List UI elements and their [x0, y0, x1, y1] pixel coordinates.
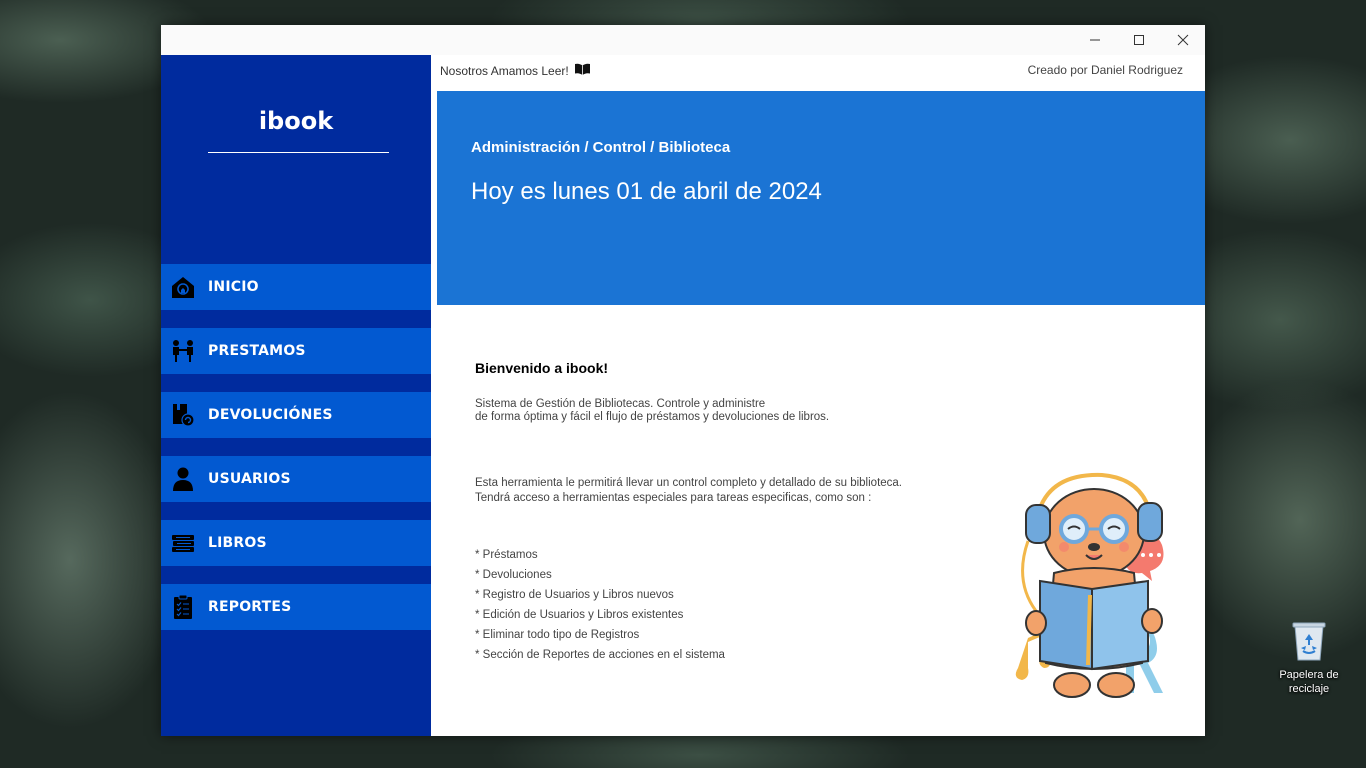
app-logo: ibook: [258, 107, 334, 135]
sidebar-item-label: PRESTAMOS: [208, 343, 306, 359]
report-icon: [170, 594, 196, 620]
logo-divider: [208, 152, 389, 153]
author-credit: Creado por Daniel Rodriguez: [1027, 63, 1183, 77]
maximize-icon: [1134, 35, 1144, 45]
tools-line-1: Esta herramienta le permitirá llevar un …: [475, 477, 902, 489]
sidebar-item-label: REPORTES: [208, 599, 292, 615]
sidebar-item-usuarios[interactable]: USUARIOS: [161, 456, 431, 502]
sidebar-item-inicio[interactable]: INICIO: [161, 264, 431, 310]
list-item: * Edición de Usuarios y Libros existente…: [475, 609, 684, 621]
tagline: Nosotros Amamos Leer!: [440, 63, 591, 78]
sidebar: ibook INICIO PRESTAMOS DEVOLUCIÓNES USUA: [161, 55, 431, 736]
app-window: ibook INICIO PRESTAMOS DEVOLUCIÓNES USUA: [161, 25, 1205, 736]
header-banner: Administración / Control / Biblioteca Ho…: [437, 91, 1205, 305]
home-icon: [170, 274, 196, 300]
list-item: * Eliminar todo tipo de Registros: [475, 629, 640, 641]
list-item: * Devoluciones: [475, 569, 552, 581]
close-button[interactable]: [1161, 25, 1205, 55]
sidebar-item-label: USUARIOS: [208, 471, 291, 487]
close-icon: [1177, 34, 1189, 46]
recycle-bin-icon: [1289, 618, 1329, 662]
tagline-text: Nosotros Amamos Leer!: [440, 63, 569, 78]
sidebar-item-label: INICIO: [208, 279, 259, 295]
intro-line-1: Sistema de Gestión de Bibliotecas. Contr…: [475, 398, 766, 410]
welcome-title: Bienvenido a ibook!: [475, 360, 609, 376]
sidebar-item-prestamos[interactable]: PRESTAMOS: [161, 328, 431, 374]
recycle-bin-label: Papelera de reciclaje: [1279, 669, 1339, 695]
current-date: Hoy es lunes 01 de abril de 2024: [471, 178, 822, 205]
sidebar-item-libros[interactable]: LIBROS: [161, 520, 431, 566]
sidebar-item-label: LIBROS: [208, 535, 267, 551]
title-bar: [161, 25, 1205, 55]
recycle-bin-desktop-icon[interactable]: Papelera de reciclaje: [1270, 618, 1348, 696]
top-bar: Nosotros Amamos Leer! Creado por Daniel …: [431, 55, 1205, 91]
user-icon: [170, 466, 196, 492]
minimize-button[interactable]: [1073, 25, 1117, 55]
intro-line-2: de forma óptima y fácil el flujo de prés…: [475, 411, 830, 423]
sidebar-item-label: DEVOLUCIÓNES: [208, 407, 333, 423]
list-item: * Registro de Usuarios y Libros nuevos: [475, 589, 674, 601]
feature-list: * Préstamos * Devoluciones * Registro de…: [475, 545, 725, 665]
breadcrumb: Administración / Control / Biblioteca: [471, 139, 731, 156]
reading-mascot-illustration: [1006, 463, 1186, 703]
maximize-button[interactable]: [1117, 25, 1161, 55]
loan-icon: [170, 338, 196, 364]
return-icon: [170, 402, 196, 428]
minimize-icon: [1090, 39, 1100, 41]
sidebar-item-devoluciones[interactable]: DEVOLUCIÓNES: [161, 392, 431, 438]
list-item: * Préstamos: [475, 549, 538, 561]
books-icon: [170, 530, 196, 556]
tools-line-2: Tendrá acceso a herramientas especiales …: [475, 492, 872, 504]
open-book-icon: [574, 63, 591, 78]
sidebar-item-reportes[interactable]: REPORTES: [161, 584, 431, 630]
list-item: * Sección de Reportes de acciones en el …: [475, 649, 725, 661]
